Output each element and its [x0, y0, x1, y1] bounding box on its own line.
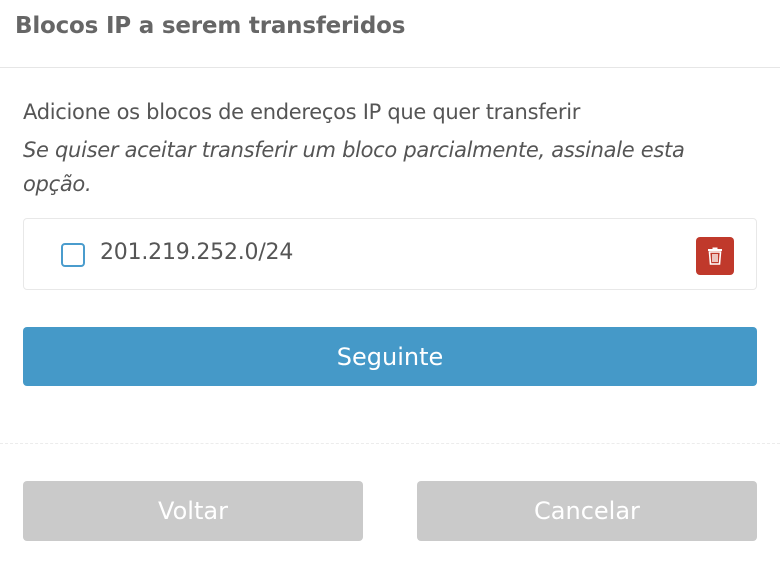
dialog-body: Adicione os blocos de endereços IP que q… — [0, 98, 780, 386]
dialog-title: Blocos IP a serem transferidos — [15, 13, 406, 39]
ip-block-item: 201.219.252.0/24 — [23, 218, 757, 290]
transfer-dialog: Blocos IP a serem transferidos Adicione … — [0, 0, 780, 568]
partial-transfer-checkbox[interactable] — [61, 243, 85, 267]
footer-divider — [0, 443, 780, 444]
next-button[interactable]: Seguinte — [23, 327, 757, 386]
trash-icon — [708, 247, 722, 265]
cancel-button[interactable]: Cancelar — [417, 481, 757, 541]
back-button[interactable]: Voltar — [23, 481, 363, 541]
intro-text: Adicione os blocos de endereços IP que q… — [23, 100, 581, 124]
ip-block-label: 201.219.252.0/24 — [100, 240, 294, 265]
delete-block-button[interactable] — [696, 237, 734, 275]
hint-text: Se quiser aceitar transferir um bloco pa… — [23, 138, 685, 196]
dialog-header: Blocos IP a serem transferidos — [0, 0, 780, 68]
